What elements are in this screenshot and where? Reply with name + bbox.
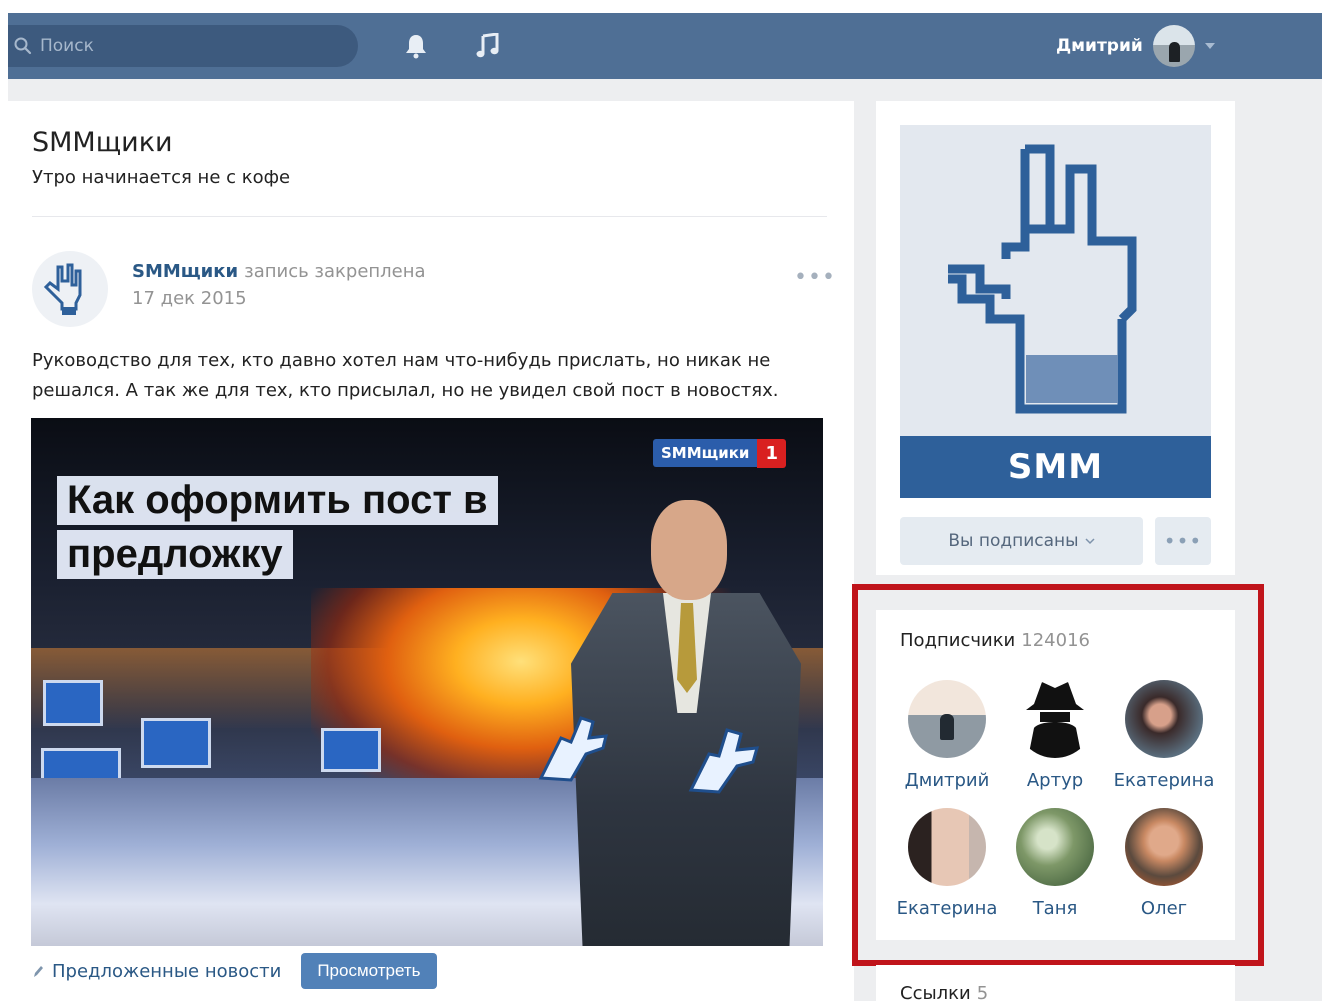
divider: [32, 216, 827, 217]
image-headline-line2: предложку: [57, 530, 293, 579]
post-author-avatar[interactable]: [32, 251, 108, 327]
highlight-frame: [852, 584, 1264, 966]
group-status: Утро начинается не с кофе: [32, 167, 291, 188]
cover-label: SMM: [900, 436, 1211, 498]
group-wall: SMMщики Утро начинается не с кофе SMMщик…: [8, 101, 854, 1001]
channel-logo: SMMщики 1: [653, 437, 786, 469]
links-block: Ссылки 5: [876, 965, 1235, 1001]
links-title[interactable]: Ссылки 5: [900, 983, 988, 1001]
top-navigation-bar: Поиск Дмитрий: [8, 13, 1322, 79]
pixel-hand-icon: [538, 716, 608, 782]
pixel-hand-icon: [688, 728, 760, 794]
rock-hand-icon: [43, 263, 82, 315]
music-icon[interactable]: [476, 33, 500, 59]
group-more-button[interactable]: •••: [1155, 517, 1211, 565]
pencil-icon: [34, 966, 43, 977]
image-headline-line1: Как оформить пост в: [57, 476, 498, 525]
post-header: SMMщики запись закреплена: [132, 261, 426, 282]
post-more-button[interactable]: •••: [794, 265, 836, 290]
user-name: Дмитрий: [1056, 36, 1143, 56]
search-icon: [14, 37, 32, 55]
post-footer: Предложенные новости Просмотреть: [32, 953, 437, 989]
rock-hand-icon: [948, 144, 1137, 414]
post-date[interactable]: 17 дек 2015: [132, 288, 247, 309]
group-avatar[interactable]: SMM: [900, 125, 1211, 498]
search-placeholder: Поиск: [40, 36, 94, 56]
group-cover-card: SMM Вы подписаны •••: [876, 101, 1235, 575]
post-image[interactable]: Как оформить пост в предложку SMMщики 1: [31, 418, 823, 946]
links-count: 5: [976, 983, 989, 1001]
chevron-down-icon: [1204, 43, 1215, 49]
pinned-label: запись закреплена: [244, 261, 426, 282]
view-button[interactable]: Просмотреть: [301, 953, 437, 989]
chevron-down-icon: [1085, 537, 1095, 544]
subscribed-button[interactable]: Вы подписаны: [900, 517, 1143, 565]
post-text: Руководство для тех, кто давно хотел нам…: [32, 350, 779, 401]
bell-icon[interactable]: [404, 33, 428, 59]
page-title: SMMщики: [32, 127, 173, 158]
user-menu[interactable]: Дмитрий: [1056, 25, 1215, 67]
post-author-link[interactable]: SMMщики: [132, 261, 238, 282]
search-input[interactable]: Поиск: [8, 25, 358, 67]
suggested-news-link[interactable]: Предложенные новости: [32, 961, 281, 982]
avatar: [1152, 25, 1195, 67]
